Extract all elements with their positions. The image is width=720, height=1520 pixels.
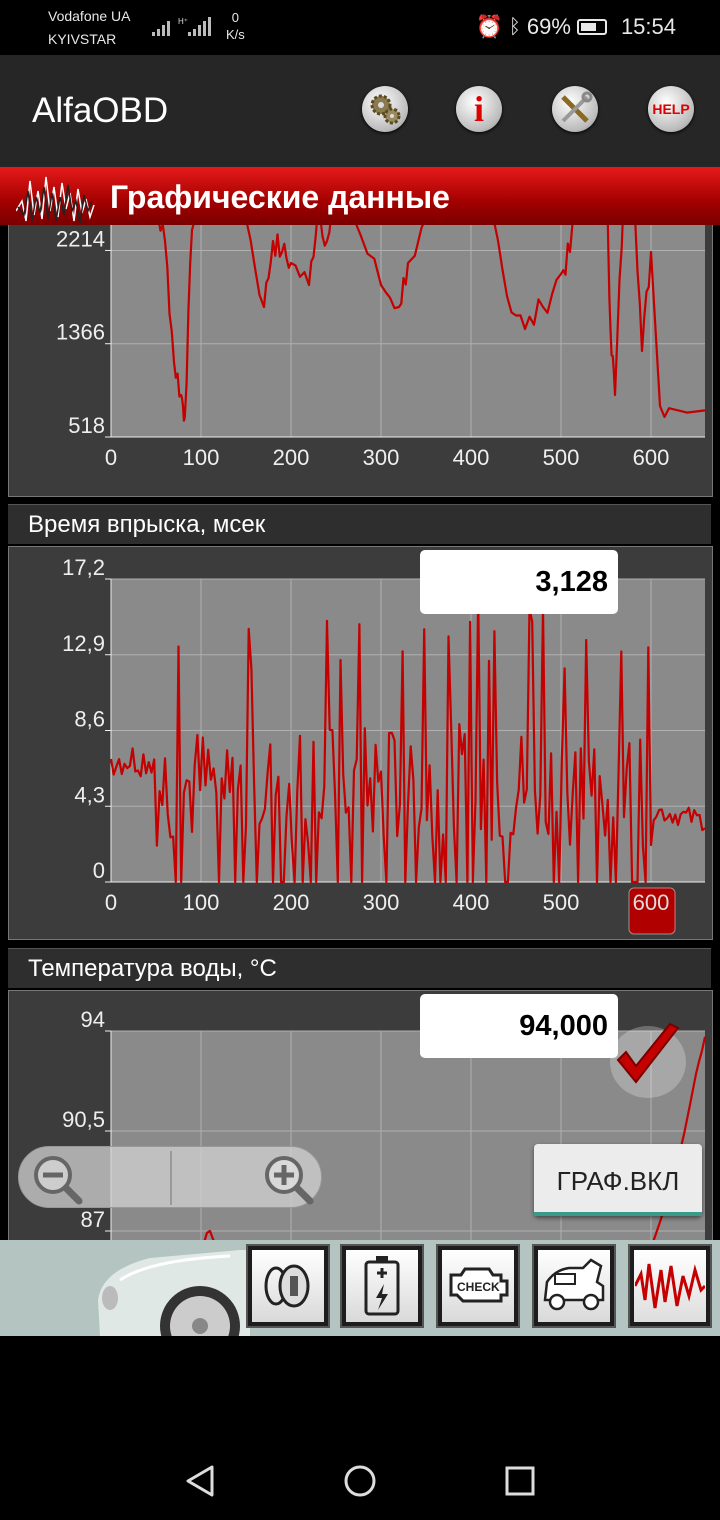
x-tick-label: 500 (543, 890, 580, 915)
x-tick-label: 400 (453, 890, 490, 915)
water-temp-chart-title: Температура воды, °C (8, 948, 711, 988)
app-title: AlfaOBD (32, 91, 169, 130)
check-engine-button[interactable]: CHECK (436, 1244, 520, 1328)
system-nav-bar (0, 1336, 720, 1520)
x-tick-label: 300 (363, 445, 400, 470)
waveform-logo-icon (16, 176, 95, 224)
car-hood-button[interactable] (532, 1244, 616, 1328)
x-tick-label: 200 (273, 445, 310, 470)
x-tick-label: 100 (183, 890, 220, 915)
zoom-control (18, 1146, 322, 1208)
status-bar: Vodafone UA KYIVSTAR H⁺ 0 K/s ⏰ ᛒ 69% 15… (0, 0, 720, 55)
graph-toggle-underline (534, 1212, 702, 1216)
help-icon: HELP (652, 101, 690, 117)
info-icon: i (473, 89, 484, 129)
battery-percent: 69% (526, 14, 571, 39)
water-temp-current-value: 94,000 (420, 994, 618, 1058)
injection-chart-title: Время впрыска, мсек (8, 504, 711, 544)
check-engine-icon: CHECK (449, 1267, 509, 1303)
help-button[interactable]: HELP (648, 86, 694, 132)
alarm-icon: ⏰ (475, 14, 503, 39)
injection-current-value: 3,128 (420, 550, 618, 614)
screen-title-bar: Графические данные (0, 167, 720, 225)
waveform-icon (635, 1263, 705, 1309)
signal-icon: H⁺ (152, 17, 211, 36)
zoom-in-button[interactable] (172, 1147, 322, 1207)
operator-name-1: Vodafone UA (48, 8, 131, 24)
check-engine-label: CHECK (457, 1280, 500, 1294)
app-bar: AlfaOBD i HELP (0, 55, 720, 167)
network-speed-unit: K/s (226, 27, 245, 42)
x-tick-label: 400 (453, 445, 490, 470)
y-tick-label: 17,2 (62, 555, 105, 580)
battery-icon (576, 19, 607, 35)
bluetooth-icon: ᛒ (508, 15, 521, 38)
svg-text:H⁺: H⁺ (178, 17, 188, 26)
y-tick-label: 1366 (56, 320, 105, 345)
zoom-in-icon (265, 1156, 314, 1205)
x-tick-label: 100 (183, 445, 220, 470)
settings-icon (370, 94, 401, 125)
y-tick-label: 2214 (56, 226, 105, 251)
info-button[interactable]: i (456, 86, 502, 132)
car-hood-icon (543, 1258, 605, 1311)
x-tick-label: 200 (273, 890, 310, 915)
tools-button[interactable] (552, 86, 598, 132)
graph-tool-button[interactable] (628, 1244, 712, 1328)
graph-toggle-label: ГРАФ.ВКЛ (556, 1166, 680, 1196)
home-icon[interactable] (343, 1464, 377, 1498)
y-tick-label: 518 (68, 413, 105, 438)
y-tick-label: 94 (81, 1007, 105, 1032)
bottom-toolbar: CHECK (0, 1240, 720, 1336)
x-tick-label: 600 (633, 890, 670, 915)
x-tick-label: 300 (363, 890, 400, 915)
car-image (98, 1250, 250, 1336)
y-tick-label: 90,5 (62, 1107, 105, 1132)
x-tick-label: 600 (633, 445, 670, 470)
x-tick-label: 500 (543, 445, 580, 470)
status-right: ⏰ ᛒ 69% 15:54 (475, 14, 676, 40)
operator-name-2: KYIVSTAR (48, 31, 117, 47)
y-tick-label: 4,3 (74, 782, 105, 807)
zoom-out-icon (34, 1156, 83, 1205)
x-tick-label: 0 (105, 445, 117, 470)
screen-title: Графические данные (110, 179, 450, 215)
clock: 15:54 (620, 14, 676, 39)
y-tick-label: 12,9 (62, 631, 105, 656)
y-tick-label: 8,6 (74, 707, 105, 732)
key-tool-button[interactable] (246, 1244, 330, 1328)
tools-icon (561, 91, 593, 123)
network-speed: 0 K/s (226, 9, 245, 43)
network-speed-value: 0 (231, 10, 240, 25)
battery-tool-icon (364, 1256, 400, 1316)
battery-tool-button[interactable] (340, 1244, 424, 1328)
zoom-out-button[interactable] (19, 1147, 170, 1207)
checkmark-icon[interactable] (608, 1010, 688, 1100)
y-tick-label: 87 (81, 1207, 105, 1232)
graph-toggle-button[interactable]: ГРАФ.ВКЛ (534, 1144, 702, 1216)
back-icon[interactable] (184, 1464, 218, 1498)
key-icon (264, 1264, 310, 1308)
settings-button[interactable] (362, 86, 408, 132)
y-tick-label: 0 (93, 858, 105, 883)
recents-icon[interactable] (503, 1464, 537, 1498)
x-tick-label: 0 (105, 890, 117, 915)
